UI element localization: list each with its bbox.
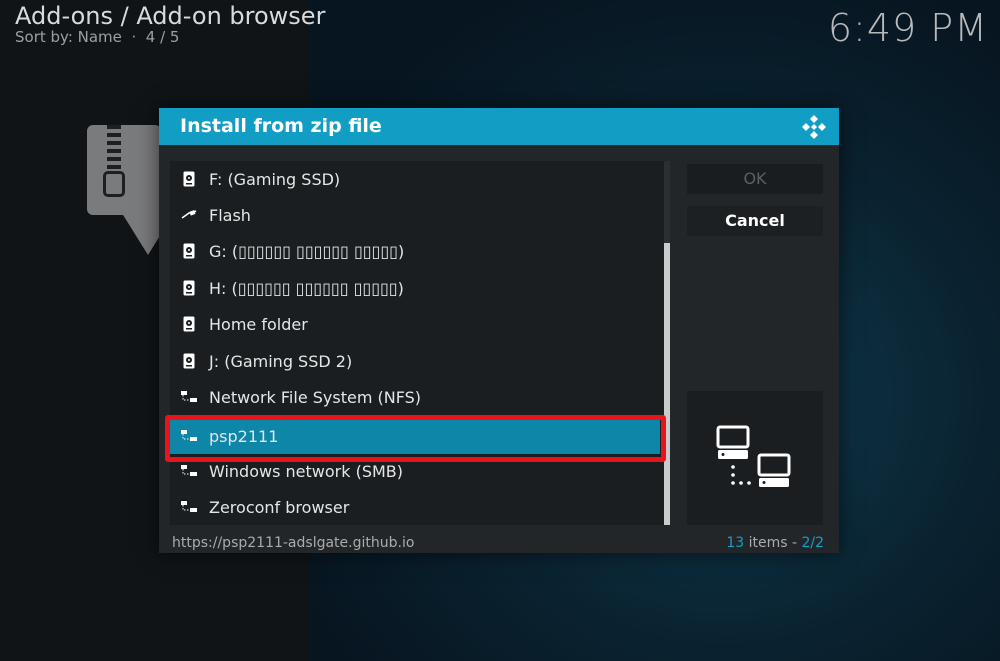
hard-drive-icon [180,170,198,188]
page-indicator: 2/2 [801,535,824,551]
selection-highlight-outline [165,415,666,462]
hard-drive-icon [180,352,198,370]
list-item[interactable]: F: (Gaming SSD) [170,161,660,197]
list-item[interactable]: J: (Gaming SSD 2) [170,343,660,379]
list-item-label: H: (▯▯▯▯▯▯ ▯▯▯▯▯▯ ▯▯▯▯▯) [209,278,404,298]
network-icon [180,462,198,480]
network-icon [180,498,198,516]
network-icon [180,388,198,406]
separator-dot: · [126,28,141,46]
dialog-title: Install from zip file [180,115,382,137]
list-item-label: F: (Gaming SSD) [209,169,341,189]
kodi-logo-icon [802,115,826,139]
usb-icon [180,206,198,224]
hard-drive-icon [180,279,198,297]
scrollbar-thumb[interactable] [664,243,670,525]
source-list: F: (Gaming SSD) Flash G: (▯▯▯▯▯▯ ▯▯▯▯▯▯ … [170,161,670,525]
source-thumbnail [687,391,823,525]
sort-info[interactable]: Sort by: Name · 4 / 5 [15,28,179,46]
list-item[interactable]: H: (▯▯▯▯▯▯ ▯▯▯▯▯▯ ▯▯▯▯▯) [170,270,660,306]
hard-drive-icon [180,242,198,260]
list-item-label: Home folder [209,314,308,334]
list-item[interactable]: Zeroconf browser [170,489,660,525]
list-item[interactable]: Network File System (NFS) [170,379,660,415]
install-zip-dialog: Install from zip file F: (Gaming SSD) Fl… [159,108,839,553]
zipper-pull-icon [103,171,125,197]
list-item-label: Windows network (SMB) [209,461,403,481]
selected-path: https://psp2111-adslgate.github.io [172,535,415,551]
dialog-header: Install from zip file [159,108,839,145]
network-large-icon [716,425,791,487]
clock: 6:49 PM [827,6,988,50]
item-position: 4 / 5 [145,28,180,46]
list-item[interactable]: Home folder [170,306,660,342]
zip-addon-tile [87,125,161,215]
item-count: 13 items - 2/2 [726,535,824,551]
sort-label: Sort by: Name [15,28,122,46]
item-count-number: 13 [726,535,745,551]
list-item-label: Flash [209,205,251,225]
cancel-button[interactable]: Cancel [687,206,823,236]
list-scrollbar[interactable] [664,161,670,525]
list-item-label: Zeroconf browser [209,497,350,517]
list-item-label: J: (Gaming SSD 2) [209,351,353,371]
list-item-label: G: (▯▯▯▯▯▯ ▯▯▯▯▯▯ ▯▯▯▯▯) [209,241,405,261]
list-item[interactable]: Flash [170,197,660,233]
breadcrumb: Add-ons / Add-on browser [15,2,326,30]
list-item[interactable]: G: (▯▯▯▯▯▯ ▯▯▯▯▯▯ ▯▯▯▯▯) [170,233,660,269]
item-count-suffix: items - [744,535,802,551]
list-item-label: Network File System (NFS) [209,387,422,407]
hard-drive-icon [180,315,198,333]
ok-button[interactable]: OK [687,164,823,194]
